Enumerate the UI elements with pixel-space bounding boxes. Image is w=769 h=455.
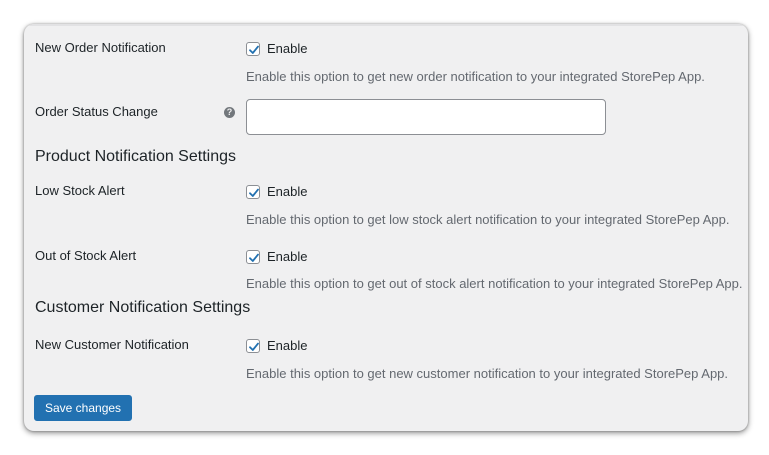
low-stock-alert-checkbox[interactable] — [246, 184, 260, 199]
new-customer-notification-label: New Customer Notification — [35, 337, 189, 352]
new-order-notification-checkline[interactable]: Enable — [246, 41, 307, 56]
out-of-stock-alert-checkline[interactable]: Enable — [246, 249, 307, 264]
order-status-change-label: Order Status Change — [35, 104, 158, 119]
save-changes-button[interactable]: Save changes — [34, 395, 133, 421]
checkmark-icon — [249, 342, 259, 351]
low-stock-alert-description: Enable this option to get low stock aler… — [246, 212, 730, 227]
out-of-stock-alert-description: Enable this option to get out of stock a… — [246, 276, 743, 291]
product-notification-heading: Product Notification Settings — [35, 148, 236, 165]
new-customer-notification-checkline[interactable]: Enable — [246, 338, 307, 353]
new-order-notification-description: Enable this option to get new order noti… — [246, 69, 705, 84]
new-order-notification-label: New Order Notification — [35, 40, 166, 55]
new-customer-notification-enable-text: Enable — [267, 338, 308, 353]
new-customer-notification-description: Enable this option to get new customer n… — [246, 366, 729, 381]
low-stock-alert-label: Low Stock Alert — [35, 183, 125, 198]
new-order-notification-enable-text: Enable — [267, 41, 308, 56]
low-stock-alert-enable-text: Enable — [267, 184, 308, 199]
new-order-notification-checkbox[interactable] — [246, 41, 260, 56]
panel-top-border — [24, 24, 748, 26]
checkmark-icon — [249, 253, 259, 262]
checkmark-icon — [249, 45, 259, 54]
out-of-stock-alert-enable-text: Enable — [267, 249, 308, 264]
out-of-stock-alert-label: Out of Stock Alert — [35, 248, 137, 263]
settings-panel: New Order Notification Enable Enable thi… — [24, 24, 748, 431]
help-icon[interactable]: ? — [224, 107, 235, 118]
new-customer-notification-checkbox[interactable] — [246, 338, 260, 353]
out-of-stock-alert-checkbox[interactable] — [246, 249, 260, 264]
low-stock-alert-checkline[interactable]: Enable — [246, 184, 307, 199]
checkmark-icon — [249, 188, 259, 197]
customer-notification-heading: Customer Notification Settings — [35, 299, 251, 316]
order-status-change-input[interactable] — [246, 99, 606, 135]
